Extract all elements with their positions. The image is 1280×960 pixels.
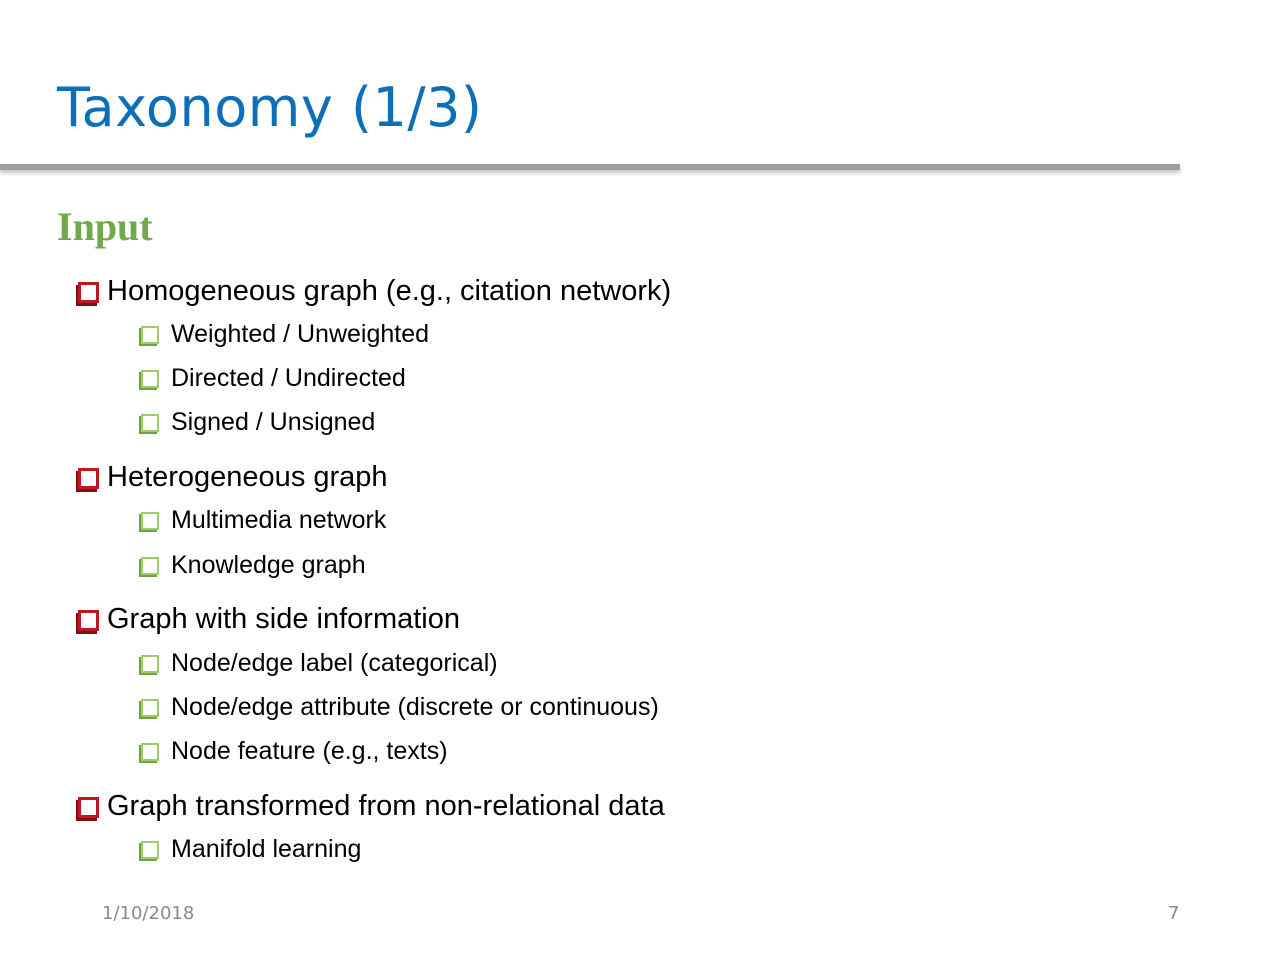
square-bullet-icon <box>141 840 159 859</box>
sub-bullet-item: Manifold learning <box>141 833 361 865</box>
square-bullet-icon <box>141 511 159 530</box>
sub-bullet-item: Node/edge label (categorical) <box>141 647 498 679</box>
square-bullet-icon <box>141 325 159 344</box>
sub-bullet-item: Knowledge graph <box>141 549 366 581</box>
sub-bullet-item: Multimedia network <box>141 504 386 536</box>
footer-date: 1/10/2018 <box>102 903 195 924</box>
sub-bullet-item: Node feature (e.g., texts) <box>141 735 448 767</box>
square-bullet-icon <box>141 698 159 717</box>
sub-bullet-text: Node/edge label (categorical) <box>171 648 498 677</box>
sub-bullet-item: Signed / Unsigned <box>141 406 375 438</box>
square-bullet-icon <box>141 654 159 673</box>
bullet-item: Graph with side information <box>78 601 460 637</box>
square-bullet-icon <box>141 413 159 432</box>
bullet-text: Graph transformed from non-relational da… <box>107 789 665 822</box>
slide-title: Taxonomy (1/3) <box>57 76 483 139</box>
sub-bullet-item: Node/edge attribute (discrete or continu… <box>141 691 659 723</box>
square-bullet-icon <box>78 796 99 818</box>
square-bullet-icon <box>141 369 159 388</box>
sub-bullet-text: Manifold learning <box>171 834 362 863</box>
square-bullet-icon <box>78 281 99 303</box>
sub-bullet-item: Directed / Undirected <box>141 362 406 394</box>
bullet-text: Heterogeneous graph <box>107 460 388 493</box>
sub-bullet-text: Directed / Undirected <box>171 363 406 392</box>
square-bullet-icon <box>78 467 99 489</box>
slide-number: 7 <box>1168 903 1180 924</box>
bullet-text: Graph with side information <box>107 602 460 635</box>
bullet-item: Heterogeneous graph <box>78 459 388 495</box>
bullet-text: Homogeneous graph (e.g., citation networ… <box>107 274 672 307</box>
square-bullet-icon <box>78 609 99 631</box>
sub-bullet-text: Signed / Unsigned <box>171 407 376 436</box>
sub-bullet-text: Node feature (e.g., texts) <box>171 736 448 765</box>
title-divider <box>0 164 1180 170</box>
section-heading: Input <box>57 204 153 249</box>
bullet-item: Graph transformed from non-relational da… <box>78 788 665 824</box>
sub-bullet-text: Knowledge graph <box>171 550 366 579</box>
sub-bullet-text: Multimedia network <box>171 505 387 534</box>
sub-bullet-item: Weighted / Unweighted <box>141 318 429 350</box>
sub-bullet-text: Weighted / Unweighted <box>171 319 430 348</box>
sub-bullet-text: Node/edge attribute (discrete or continu… <box>171 692 659 721</box>
square-bullet-icon <box>141 556 159 575</box>
square-bullet-icon <box>141 742 159 761</box>
bullet-item: Homogeneous graph (e.g., citation networ… <box>78 273 671 309</box>
